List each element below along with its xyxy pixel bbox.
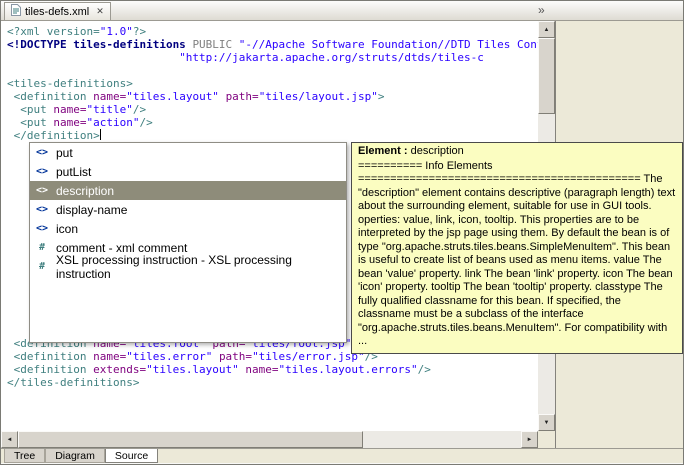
code-line: <put name="title"/> [7,103,147,116]
tab-diagram[interactable]: Diagram [45,449,105,463]
completion-item-display-name[interactable]: <> display-name [30,200,346,219]
tooltip-element-name: description [410,145,464,157]
code-line: </definition> [7,129,101,142]
code-line: <!DOCTYPE tiles-definitions PUBLIC "-//A… [7,38,538,51]
completion-item-put[interactable]: <> put [30,143,346,162]
eclipse-window: tiles-defs.xml ✕ » <?xml version="1.0"?>… [0,0,684,465]
completion-item-label: put [56,145,73,160]
editor-tab-bar: tiles-defs.xml ✕ » [1,1,683,21]
autocomplete-popup: <> put <> putList <> description <> display-nam… [29,142,347,343]
element-proposal-icon: <> [35,166,49,177]
completion-item-label: description [56,183,115,198]
horizontal-scrollbar[interactable]: ◄ ► [1,431,538,448]
element-proposal-icon: <> [35,223,49,234]
scroll-left-icon[interactable]: ◄ [1,431,18,448]
element-proposal-icon: <> [35,204,49,215]
tooltip-subtitle: ========== Info Elements [358,159,493,172]
code-line: <tiles-definitions> [7,77,133,90]
tab-source[interactable]: Source [104,449,159,463]
completion-item-icon[interactable]: <> icon [30,219,346,238]
completion-item-putlist[interactable]: <> putList [30,162,346,181]
code-line: <put name="action"/> [7,116,153,129]
editor-tab-tiles-defs[interactable]: tiles-defs.xml ✕ [4,2,111,20]
text-caret [99,129,101,140]
bottom-tab-bar: Tree Diagram Source [1,448,683,463]
completion-item-label: icon [56,221,79,236]
tab-tree[interactable]: Tree [4,449,46,463]
comment-proposal-icon: # [38,261,46,272]
completion-item-label: XSL processing instruction - XSL process… [56,252,292,281]
xml-file-icon [11,4,21,19]
editor-tab-title: tiles-defs.xml [25,5,90,18]
scroll-down-icon[interactable]: ▼ [538,414,555,431]
code-line: <definition name="tiles.layout" path="ti… [7,90,385,103]
vertical-scroll-thumb[interactable] [538,38,555,114]
scroll-right-icon[interactable]: ► [521,431,538,448]
comment-proposal-icon: # [38,242,46,253]
completion-item-xsl[interactable]: # XSL processing instruction - XSL proces… [30,253,346,281]
scrollbar-corner [538,431,555,448]
completion-item-label: display-name [56,202,128,217]
horizontal-scroll-thumb[interactable] [18,431,363,448]
code-line: </tiles-definitions> [7,376,140,389]
code-line: "http://jakarta.apache.org/struts/dtds/t… [179,51,484,64]
doc-tooltip: Element : description ========== Info El… [351,142,683,354]
completion-list: <> put <> putList <> description <> display-nam… [30,143,346,281]
code-line: <?xml version="1.0"?> [7,25,147,38]
tooltip-title: Element : description [358,145,676,159]
tooltip-ellipsis: ... [358,335,368,347]
element-proposal-icon: <> [35,147,49,158]
scroll-up-icon[interactable]: ▲ [538,21,555,38]
completion-item-description[interactable]: <> description [30,181,346,200]
element-proposal-icon: <> [35,185,49,196]
close-icon[interactable]: ✕ [96,6,104,17]
tooltip-body: ========================================… [358,173,676,334]
completion-item-label: putList [56,164,92,179]
tooltip-element-label: Element : [358,145,408,157]
code-line: <definition extends="tiles.layout" name=… [7,363,431,376]
tab-overflow-icon[interactable]: » [538,3,545,17]
